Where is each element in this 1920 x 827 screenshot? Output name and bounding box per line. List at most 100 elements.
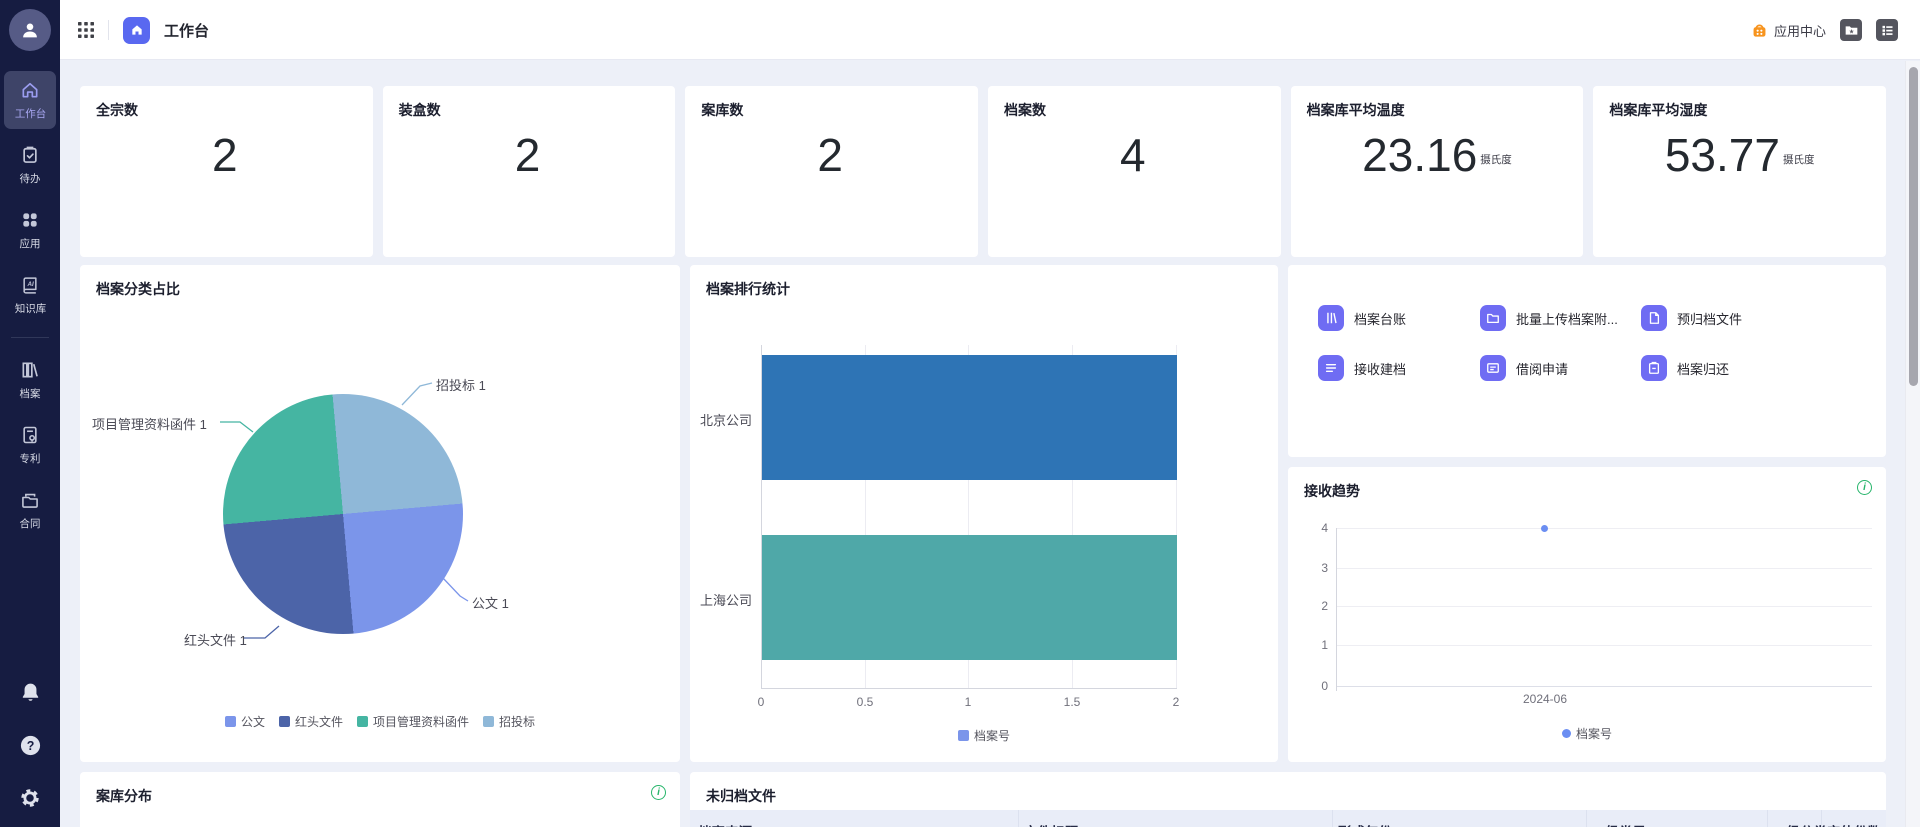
layout-settings-button[interactable]	[1876, 19, 1898, 41]
stat-value: 2	[515, 128, 541, 182]
stat-card-avg-humidity: 档案库平均湿度 53.77摄氏度	[1593, 86, 1886, 257]
bar-x-axis	[761, 688, 1177, 689]
stat-card-fonds: 全宗数 2	[80, 86, 373, 257]
stat-value: 4	[1120, 128, 1146, 182]
sidebar-item-apps[interactable]: 应用	[4, 201, 56, 259]
sidebar-bottom: ?	[19, 681, 42, 809]
stat-card-avg-temperature: 档案库平均温度 23.16摄氏度	[1291, 86, 1584, 257]
stats-row: 全宗数 2 装盒数 2 案库数 2 档案数 4 档案库平均温度 23.16摄氏度…	[80, 86, 1886, 257]
main-content: 全宗数 2 装盒数 2 案库数 2 档案数 4 档案库平均温度 23.16摄氏度…	[60, 60, 1920, 827]
legend-item[interactable]: 档案号	[1562, 725, 1612, 742]
svg-text:AI: AI	[27, 281, 35, 288]
info-icon[interactable]: i	[1857, 480, 1872, 495]
action-receive-filing[interactable]: 接收建档	[1318, 355, 1480, 381]
stat-card-repositories: 案库数 2	[685, 86, 978, 257]
folder-files-icon	[20, 490, 40, 510]
action-batch-upload-attachments[interactable]: 批量上传档案附...	[1480, 305, 1641, 331]
column-header: 二级分类	[1773, 821, 1827, 827]
waffle-menu-icon[interactable]	[78, 22, 94, 38]
charts-row: 档案分类占比 招投标 1 项目管理资料函件 1 公文 1 红头文件 1 公文 红…	[80, 265, 1886, 762]
topbar-divider	[108, 20, 109, 40]
sidebar-item-knowledge[interactable]: AI 知识库	[4, 266, 56, 324]
vertical-scrollbar	[1905, 61, 1920, 827]
bar[interactable]	[762, 355, 1177, 480]
list-icon	[1318, 355, 1344, 381]
legend-item[interactable]: 红头文件	[279, 713, 343, 730]
pie-callout-hongtou: 红头文件 1	[184, 630, 247, 649]
trend-x-label: 2024-06	[1495, 692, 1595, 706]
document-icon	[1641, 305, 1667, 331]
stat-title: 装盒数	[399, 100, 441, 120]
help-icon[interactable]: ?	[19, 734, 42, 757]
user-avatar[interactable]	[9, 9, 51, 51]
column-header: 一级类目	[1592, 821, 1646, 827]
legend-item[interactable]: 公文	[225, 713, 265, 730]
action-borrow-request[interactable]: 借阅申请	[1480, 355, 1641, 381]
notifications-bell-icon[interactable]	[19, 681, 42, 704]
pie-callout-xiangmu: 项目管理资料函件 1	[92, 414, 207, 433]
app-center-label: 应用中心	[1774, 21, 1826, 40]
sidebar-item-label: 待办	[20, 170, 41, 185]
sidebar-item-patent[interactable]: 专利	[4, 416, 56, 474]
sidebar: 工作台 待办 应用 AI 知识库 档案 专利	[0, 0, 60, 827]
app-window: 工作台 待办 应用 AI 知识库 档案 专利	[0, 0, 1920, 827]
folder-icon	[1480, 305, 1506, 331]
action-archive-return[interactable]: 档案归还	[1641, 355, 1876, 381]
legend-item[interactable]: 档案号	[958, 727, 1010, 744]
legend-item[interactable]: 招投标	[483, 713, 535, 730]
bottom-row: 案库分布 i 未归档文件 档案来源 文件标题 形成年份 一级类目 二级分类 实体…	[80, 772, 1886, 827]
sidebar-item-archives[interactable]: 档案	[4, 351, 56, 409]
pie-leader-lines	[80, 265, 680, 762]
sidebar-item-label: 合同	[20, 515, 41, 530]
patent-doc-icon	[20, 425, 40, 445]
home-icon	[20, 80, 40, 100]
bar[interactable]	[762, 535, 1177, 660]
bar-category-label: 上海公司	[690, 590, 752, 609]
stat-title: 档案数	[1004, 100, 1046, 120]
bar-plot: 北京公司 上海公司 0 0.5 1 1.5 2 档案号	[690, 265, 1278, 762]
clipboard-icon	[1641, 355, 1667, 381]
settings-gear-icon[interactable]	[19, 787, 41, 809]
workbench-home-badge[interactable]	[123, 17, 150, 44]
bar-category-label: 北京公司	[690, 410, 752, 429]
trend-card-receive: 接收趋势 i 4 3 2 1 0 2024-06 档案号	[1288, 467, 1886, 762]
stat-value: 53.77	[1665, 128, 1780, 182]
home-icon	[130, 23, 144, 37]
stat-value: 2	[817, 128, 843, 182]
topbar: 工作台 应用中心 ★	[60, 0, 1920, 60]
pie-legend: 公文 红头文件 项目管理资料函件 招投标	[80, 713, 680, 730]
topbar-left: 工作台	[78, 0, 209, 60]
svg-text:★: ★	[1848, 28, 1854, 35]
trend-y-axis	[1336, 528, 1337, 691]
action-archive-ledger[interactable]: 档案台账	[1318, 305, 1480, 331]
bar-legend: 档案号	[690, 727, 1278, 744]
app-center-button[interactable]: 应用中心	[1751, 21, 1826, 40]
sidebar-item-label: 知识库	[14, 300, 45, 315]
stat-value: 2	[212, 128, 238, 182]
favorites-folder-button[interactable]: ★	[1840, 19, 1862, 41]
sidebar-item-todo[interactable]: 待办	[4, 136, 56, 194]
info-icon[interactable]: i	[651, 785, 666, 800]
action-prearchive-files[interactable]: 预归档文件	[1641, 305, 1876, 331]
shopping-bag-icon	[1751, 22, 1768, 39]
stat-title: 全宗数	[96, 100, 138, 120]
stat-title: 案库数	[701, 100, 743, 120]
legend-item[interactable]: 项目管理资料函件	[357, 713, 469, 730]
repo-distribution-title: 案库分布	[96, 786, 152, 806]
svg-text:?: ?	[26, 739, 34, 753]
clipboard-check-icon	[20, 145, 40, 165]
trend-point[interactable]	[1541, 525, 1548, 532]
books-icon	[20, 360, 40, 380]
pie-card-archive-category: 档案分类占比 招投标 1 项目管理资料函件 1 公文 1 红头文件 1 公文 红…	[80, 265, 680, 762]
scrollbar-thumb[interactable]	[1909, 67, 1918, 386]
topbar-right: 应用中心 ★	[1751, 0, 1898, 60]
sidebar-item-contract[interactable]: 合同	[4, 481, 56, 539]
repo-distribution-card: 案库分布 i	[80, 772, 680, 827]
ai-book-icon: AI	[20, 275, 40, 295]
sidebar-item-label: 档案	[20, 385, 41, 400]
column-header: 档案来源	[698, 821, 752, 827]
stat-card-boxes: 装盒数 2	[383, 86, 676, 257]
unfiled-table-header: 档案来源 文件标题 形成年份 一级类目 二级分类 实体份数	[690, 810, 1886, 827]
sidebar-item-workbench[interactable]: 工作台	[4, 71, 56, 129]
column-header: 实体份数	[1827, 821, 1881, 827]
